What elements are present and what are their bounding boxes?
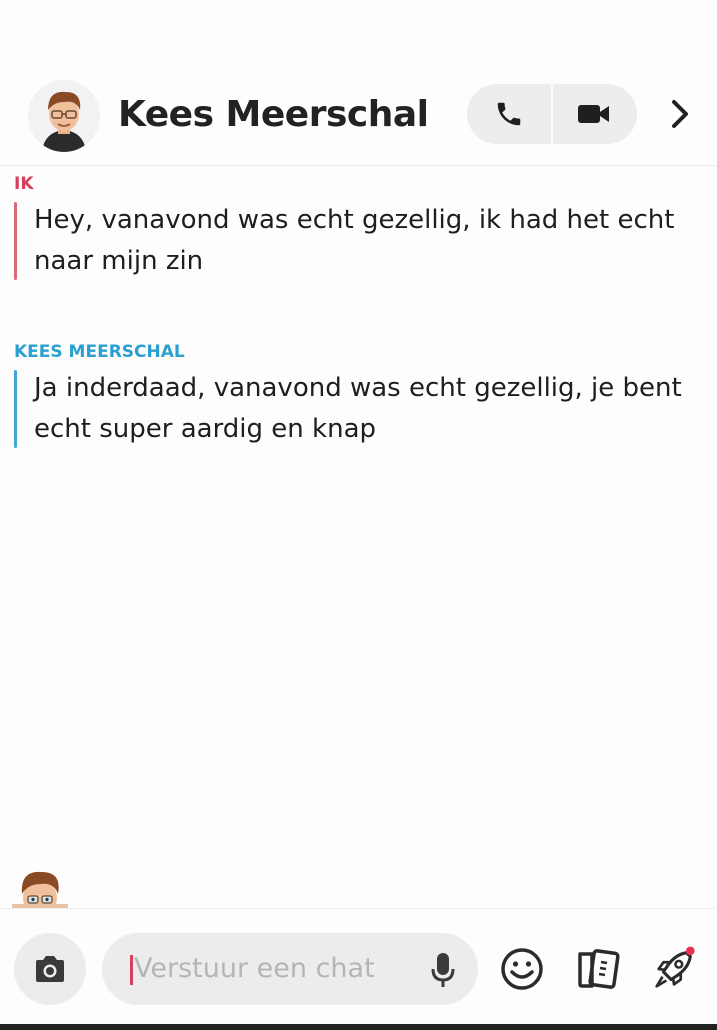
- phone-icon: [497, 102, 521, 126]
- camera-button[interactable]: [14, 933, 86, 1005]
- chat-header: Kees Meerschal: [0, 70, 717, 166]
- text-caret: [130, 955, 133, 985]
- message-body[interactable]: Hey, vanavond was echt gezellig, ik had …: [14, 200, 709, 282]
- cards-button[interactable]: [574, 945, 622, 993]
- smiley-button[interactable]: [498, 945, 546, 993]
- rocket-icon: [655, 946, 695, 988]
- bitmoji-avatar-icon: [28, 80, 100, 152]
- contact-avatar[interactable]: [28, 80, 100, 152]
- voice-call-button[interactable]: [467, 84, 551, 144]
- message-contact: KEES MEERSCHAL Ja inderdaad, vanavond wa…: [14, 340, 709, 450]
- sender-label: IK: [14, 174, 34, 194]
- microphone-icon[interactable]: [428, 951, 458, 989]
- chat-input[interactable]: Verstuur een chat: [102, 933, 478, 1005]
- message-bar: [14, 370, 17, 448]
- chat-input-placeholder: Verstuur een chat: [134, 953, 375, 984]
- contact-name[interactable]: Kees Meerschal: [118, 94, 429, 135]
- bitmoji-peek-icon: [12, 871, 68, 908]
- cards-icon: [578, 949, 620, 989]
- video-call-button[interactable]: [552, 84, 636, 144]
- video-camera-icon: [578, 105, 609, 123]
- call-controls: [467, 84, 637, 144]
- rocket-button[interactable]: [650, 945, 698, 993]
- camera-icon: [36, 956, 64, 982]
- message-text: Ja inderdaad, vanavond was echt gezellig…: [34, 373, 682, 444]
- typing-bitmoji: [8, 864, 72, 908]
- message-body[interactable]: Ja inderdaad, vanavond was echt gezellig…: [14, 368, 709, 450]
- message-bar: [14, 202, 17, 280]
- chevron-right-button[interactable]: [660, 94, 700, 134]
- notification-dot: [686, 946, 695, 956]
- composer-bar: Verstuur een chat: [0, 908, 717, 1024]
- system-bottom-edge: [0, 1024, 717, 1030]
- smiley-icon: [501, 948, 543, 990]
- chevron-right-icon: [672, 100, 688, 128]
- message-text: Hey, vanavond was echt gezellig, ik had …: [34, 205, 675, 276]
- sender-label: KEES MEERSCHAL: [14, 342, 185, 362]
- message-me: IK Hey, vanavond was echt gezellig, ik h…: [14, 172, 709, 282]
- chat-screen: Kees Meerschal IK Hey, vanavond was echt…: [0, 0, 717, 1030]
